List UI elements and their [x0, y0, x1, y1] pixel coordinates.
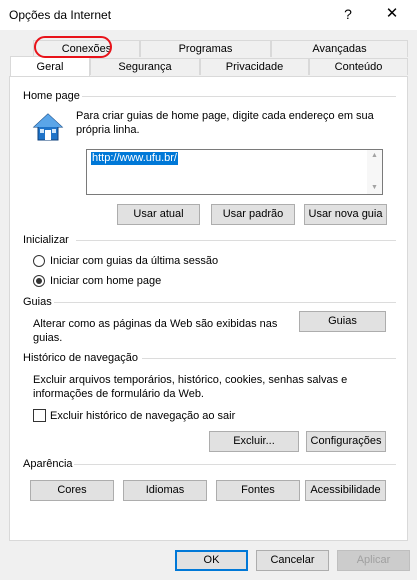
languages-button[interactable]: Idiomas — [123, 480, 207, 501]
tabs-section-title: Guias — [23, 296, 52, 308]
radio-last-session[interactable] — [33, 255, 45, 267]
tab-label: Conexões — [61, 43, 112, 55]
section-divider — [142, 358, 396, 359]
scroll-up-icon[interactable]: ▲ — [367, 150, 382, 162]
history-description: Excluir arquivos temporários, histórico,… — [33, 374, 348, 400]
section-divider — [76, 240, 396, 241]
home-page-section-title: Home page — [23, 90, 80, 102]
tab-label: Privacidade — [225, 61, 284, 73]
window-title: Opções da Internet — [9, 8, 112, 22]
settings-button[interactable]: Configurações — [306, 431, 386, 452]
tab-seguranca[interactable]: Segurança — [90, 58, 200, 75]
use-default-button[interactable]: Usar padrão — [211, 204, 295, 225]
tab-geral[interactable]: Geral — [10, 56, 90, 76]
tab-label: Geral — [36, 61, 64, 73]
tab-label: Avançadas — [312, 43, 367, 55]
delete-button[interactable]: Excluir... — [209, 431, 299, 452]
home-page-url-value: http://www.ufu.br/ — [91, 152, 178, 165]
house-icon — [32, 111, 64, 143]
tab-avancadas[interactable]: Avançadas — [271, 40, 408, 57]
help-button[interactable]: ? — [338, 4, 358, 24]
tabs-description: Alterar como as páginas da Web são exibi… — [33, 318, 278, 344]
tab-conteudo[interactable]: Conteúdo — [309, 58, 408, 75]
startup-home-page-label: Iniciar com home page — [50, 275, 162, 287]
delete-history-on-exit-option[interactable]: Excluir histórico de navegação ao sair — [33, 408, 273, 424]
scroll-down-icon[interactable]: ▼ — [367, 182, 382, 194]
cancel-button[interactable]: Cancelar — [256, 550, 329, 571]
fonts-button[interactable]: Fontes — [216, 480, 300, 501]
tab-privacidade[interactable]: Privacidade — [200, 58, 309, 75]
tab-label: Segurança — [118, 61, 172, 73]
radio-home-page[interactable] — [33, 275, 45, 287]
ok-button[interactable]: OK — [175, 550, 248, 571]
tabs-button[interactable]: Guias — [299, 311, 386, 332]
general-tab-panel: Home page Para criar guias de home page,… — [9, 76, 408, 541]
startup-last-session-option[interactable]: Iniciar com guias da última sessão — [33, 253, 293, 269]
section-divider — [54, 302, 396, 303]
use-new-tab-button[interactable]: Usar nova guia — [304, 204, 387, 225]
home-page-description: Para criar guias de home page, digite ca… — [76, 110, 374, 136]
startup-last-session-label: Iniciar com guias da última sessão — [50, 255, 219, 267]
history-section-title: Histórico de navegação — [23, 352, 138, 364]
delete-history-label: Excluir histórico de navegação ao sair — [50, 410, 236, 422]
section-divider — [82, 96, 396, 97]
tab-label: Programas — [178, 43, 233, 55]
colors-button[interactable]: Cores — [30, 480, 114, 501]
home-page-url-input[interactable]: http://www.ufu.br/ ▲ ▼ — [86, 149, 383, 195]
tab-label: Conteúdo — [334, 61, 383, 73]
tab-conexoes[interactable]: Conexões — [33, 40, 140, 57]
appearance-section-title: Aparência — [23, 458, 73, 470]
startup-section-title: Inicializar — [23, 234, 69, 246]
close-button[interactable]: ✕ — [382, 4, 402, 24]
textarea-scrollbar[interactable]: ▲ ▼ — [367, 150, 382, 194]
title-bar: Opções da Internet ? ✕ — [0, 0, 417, 30]
accessibility-button[interactable]: Acessibilidade — [305, 480, 386, 501]
apply-button[interactable]: Aplicar — [337, 550, 410, 571]
use-current-button[interactable]: Usar atual — [117, 204, 200, 225]
section-divider — [74, 464, 396, 465]
startup-home-page-option[interactable]: Iniciar com home page — [33, 273, 293, 289]
tab-programas[interactable]: Programas — [140, 40, 271, 57]
delete-history-checkbox[interactable] — [33, 409, 46, 422]
